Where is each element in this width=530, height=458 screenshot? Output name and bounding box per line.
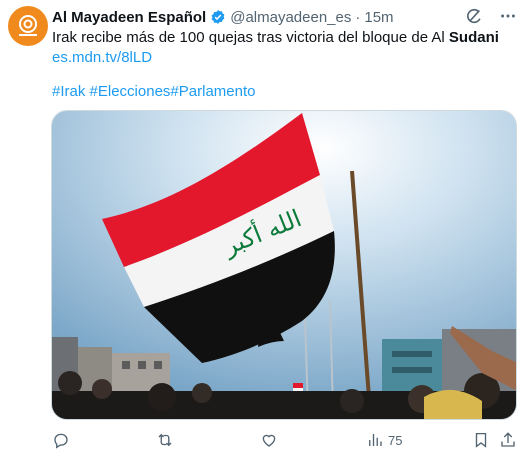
hashtag-elecciones[interactable]: #Elecciones — [90, 83, 171, 100]
author-handle[interactable]: @almayadeen_es — [230, 9, 351, 26]
tweet-text: Irak recibe más de 100 quejas tras victo… — [52, 28, 517, 68]
reply-button[interactable] — [52, 428, 74, 452]
bookmark-icon — [475, 432, 487, 448]
views-count: 75 — [388, 432, 403, 448]
avatar[interactable] — [8, 6, 48, 46]
share-button[interactable] — [499, 428, 517, 452]
tweet-actions: 75 — [52, 428, 518, 452]
tweet-header: Al Mayadeen Español @almayadeen_es · 15m — [52, 7, 394, 27]
tweet-text-main: Irak recibe más de 100 quejas tras victo… — [52, 29, 449, 46]
reply-icon — [54, 433, 68, 449]
iraqi-flag-photo: الله أكبر — [52, 111, 516, 419]
views-button[interactable]: 75 — [366, 428, 402, 452]
tweet[interactable]: Al Mayadeen Español @almayadeen_es · 15m… — [0, 0, 530, 458]
tweet-media-image[interactable]: الله أكبر — [51, 110, 517, 420]
separator-dot: · — [355, 8, 361, 26]
more-icon[interactable] — [498, 6, 518, 26]
tweet-link[interactable]: es.mdn.tv/8lLD — [52, 49, 152, 66]
author-name[interactable]: Al Mayadeen Español — [52, 9, 206, 26]
grok-icon[interactable] — [464, 6, 484, 26]
share-icon — [501, 432, 515, 447]
tweet-top-actions — [464, 6, 518, 26]
like-button[interactable] — [260, 428, 282, 452]
retweet-icon — [158, 433, 172, 447]
tweet-time[interactable]: 15m — [364, 9, 393, 26]
views-icon — [369, 434, 382, 446]
retweet-button[interactable] — [156, 428, 178, 452]
bookmark-button[interactable] — [472, 428, 490, 452]
hashtag-irak[interactable]: #Irak — [52, 83, 85, 100]
tweet-text-bold: Sudani — [448, 29, 499, 46]
verified-icon — [211, 10, 225, 24]
hashtag-parlamento[interactable]: #Parlamento — [170, 83, 255, 100]
like-icon — [262, 434, 276, 447]
hashtags: #Irak #Elecciones#Parlamento — [52, 82, 255, 102]
al-mayadeen-logo-icon — [19, 15, 37, 36]
